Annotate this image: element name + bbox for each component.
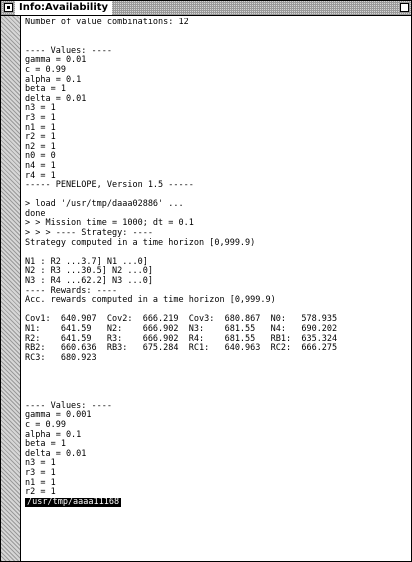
status-line-row: /usr/tmp/aaaa11168 bbox=[25, 496, 409, 508]
status-line: /usr/tmp/aaaa11168 bbox=[25, 496, 122, 508]
log-line: alpha = 0.1 bbox=[25, 429, 82, 440]
log-line: n1 = 1 bbox=[25, 122, 56, 133]
log-line: c = 0.99 bbox=[25, 64, 66, 75]
log-line: gamma = 0.001 bbox=[25, 410, 92, 421]
log-line: r2 = 1 bbox=[25, 132, 56, 143]
window-title: Info:Availability bbox=[15, 1, 113, 15]
close-icon[interactable] bbox=[4, 3, 13, 12]
log-output[interactable]: Number of value combinations: 12 ---- Val… bbox=[25, 18, 409, 561]
log-line: Strategy computed in a time horizon [0,9… bbox=[25, 237, 256, 248]
log-line: ----- PENELOPE, Version 1.5 ----- bbox=[25, 180, 194, 191]
log-line: r3 = 1 bbox=[25, 112, 56, 123]
log-line: > load '/usr/tmp/daaa02886' ... bbox=[25, 199, 184, 210]
log-line: n3 = 1 bbox=[25, 103, 56, 114]
log-line: c = 0.99 bbox=[25, 419, 66, 430]
log-line: n1 = 1 bbox=[25, 477, 56, 488]
log-line: alpha = 0.1 bbox=[25, 74, 82, 85]
log-line: delta = 0.01 bbox=[25, 93, 87, 104]
log-line: n4 = 1 bbox=[25, 160, 56, 171]
resize-icon[interactable] bbox=[400, 3, 409, 12]
log-line: Acc. rewards computed in a time horizon … bbox=[25, 295, 276, 306]
log-line: n0 = 0 bbox=[25, 151, 56, 162]
log-line: n2 = 1 bbox=[25, 141, 56, 152]
log-line: delta = 0.01 bbox=[25, 448, 87, 459]
log-line: RC3: 680.923 bbox=[25, 352, 97, 363]
log-line: Number of value combinations: 12 bbox=[25, 18, 189, 27]
info-window: Info:Availability Number of value combin… bbox=[0, 0, 412, 562]
title-bar[interactable]: Info:Availability bbox=[1, 1, 411, 16]
log-line: r3 = 1 bbox=[25, 467, 56, 478]
log-line: n3 = 1 bbox=[25, 458, 56, 469]
window-left-margin bbox=[1, 16, 21, 561]
log-line: gamma = 0.01 bbox=[25, 55, 87, 66]
